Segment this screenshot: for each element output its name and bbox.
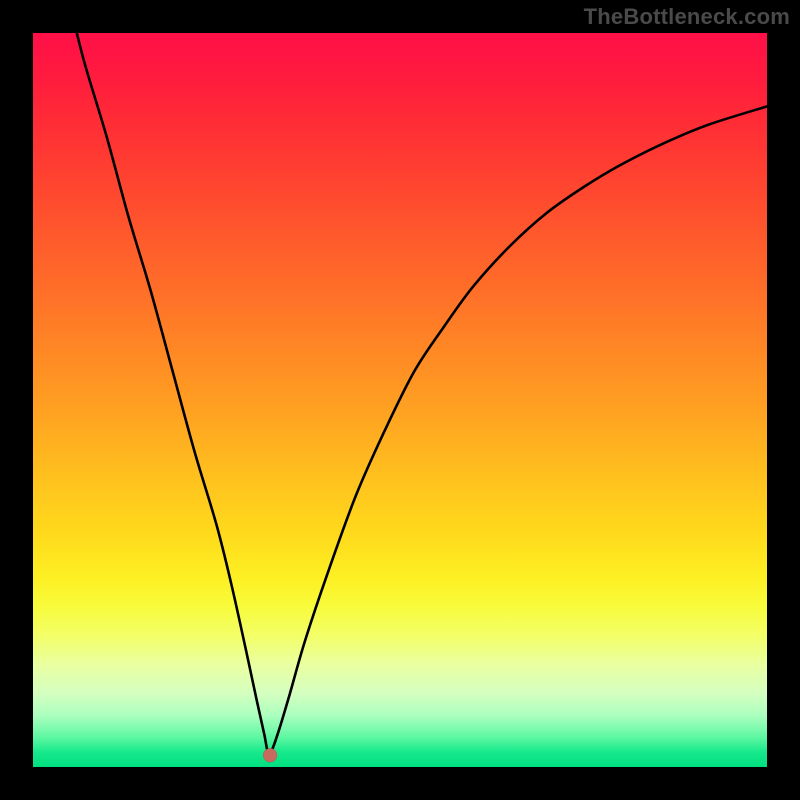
chart-svg <box>33 33 767 767</box>
watermark-text: TheBottleneck.com <box>584 4 790 30</box>
bottleneck-curve <box>70 4 767 754</box>
chart-frame: TheBottleneck.com <box>0 0 800 800</box>
marker-dot <box>263 748 277 762</box>
plot-area <box>33 33 767 767</box>
